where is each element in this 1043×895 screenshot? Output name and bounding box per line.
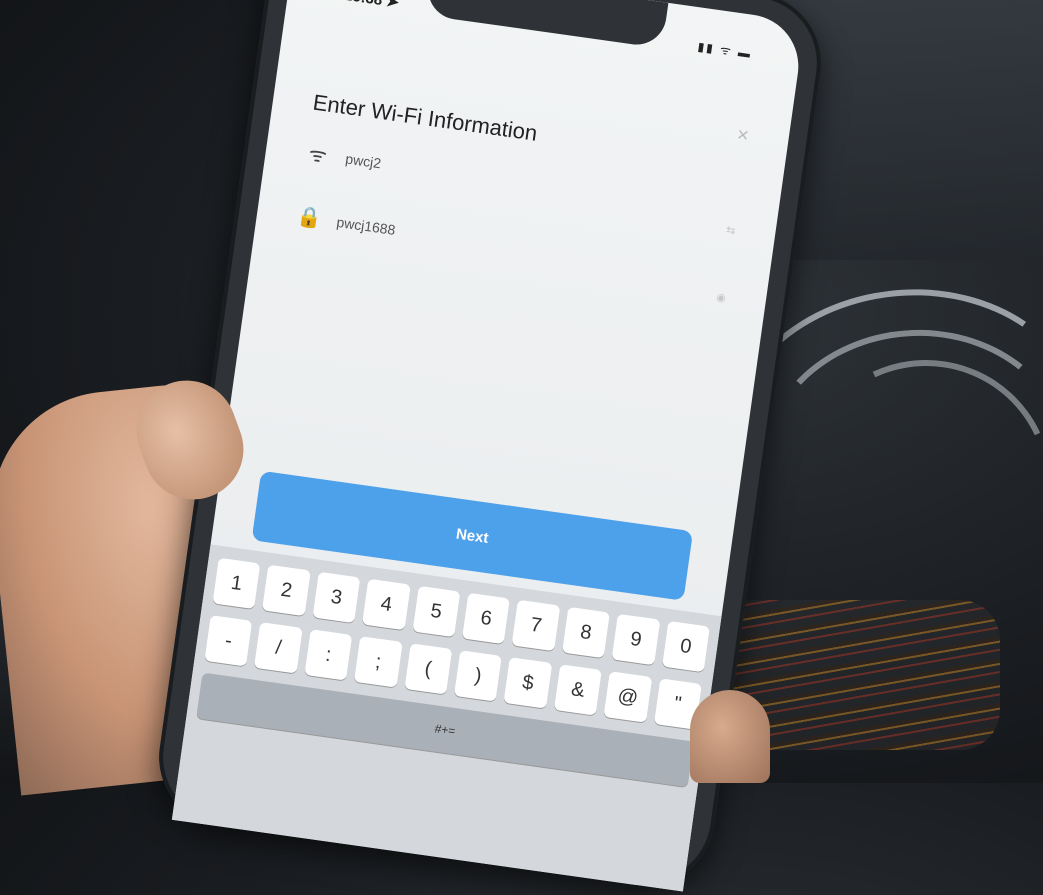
finger <box>690 690 770 783</box>
wifi-icon: ᯤ <box>307 143 329 168</box>
dialog-title: Enter Wi-Fi Information <box>311 89 539 146</box>
lock-icon: 🔒 <box>295 205 324 231</box>
key[interactable]: @ <box>603 671 653 723</box>
key[interactable]: 5 <box>412 585 461 638</box>
eye-icon[interactable]: ◉ <box>715 290 726 304</box>
close-icon[interactable]: × <box>735 124 750 148</box>
notch <box>424 0 669 49</box>
key[interactable]: 3 <box>312 571 361 624</box>
status-time: 15:38 ➤ <box>343 0 400 11</box>
key[interactable]: 1 <box>212 557 261 610</box>
password-field[interactable]: 🔒 pwcj1688 <box>295 203 397 242</box>
key[interactable]: ) <box>453 650 503 702</box>
ssid-field[interactable]: ᯤ pwcj2 <box>304 139 383 176</box>
key[interactable]: 9 <box>611 613 661 666</box>
key[interactable]: 8 <box>561 606 611 659</box>
ssid-value: pwcj2 <box>344 150 383 171</box>
switch-network-icon[interactable]: ⇆ <box>725 223 736 237</box>
key[interactable]: 0 <box>661 620 711 673</box>
keyboard: 1 2 3 4 5 6 7 8 9 0 - / : ; ( ) $ & @ " … <box>171 544 722 892</box>
key[interactable]: / <box>254 622 303 674</box>
key[interactable]: : <box>304 629 353 681</box>
key[interactable]: 4 <box>362 578 411 631</box>
password-value: pwcj1688 <box>335 213 397 238</box>
key[interactable]: - <box>204 615 253 667</box>
key[interactable]: $ <box>503 657 553 709</box>
key[interactable]: 6 <box>461 592 511 645</box>
status-indicators: ▮▮ ᯤ ▬ <box>696 39 754 61</box>
key[interactable]: & <box>553 664 603 716</box>
key[interactable]: ; <box>354 636 403 688</box>
key[interactable]: 7 <box>511 599 561 652</box>
key[interactable]: ( <box>403 643 453 695</box>
key[interactable]: 2 <box>262 564 311 617</box>
